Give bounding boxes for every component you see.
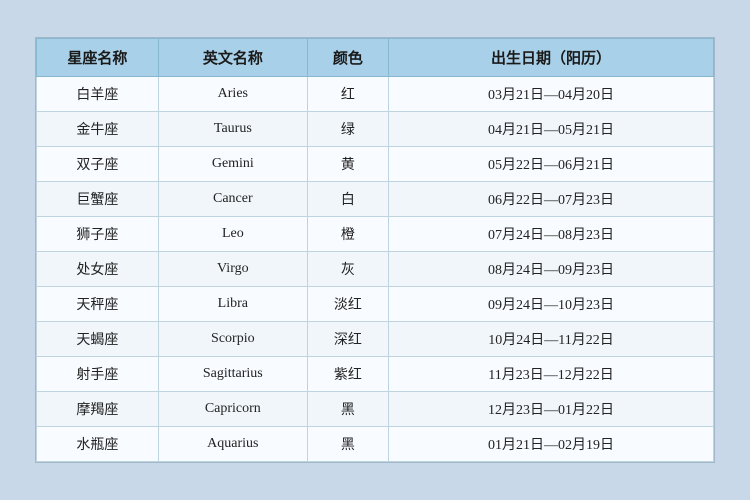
- cell-color: 绿: [307, 112, 388, 147]
- table-row: 水瓶座Aquarius黑01月21日—02月19日: [37, 427, 714, 462]
- cell-date: 11月23日—12月22日: [389, 357, 714, 392]
- cell-english-name: Capricorn: [158, 392, 307, 427]
- cell-english-name: Cancer: [158, 182, 307, 217]
- cell-english-name: Gemini: [158, 147, 307, 182]
- cell-chinese-name: 天蝎座: [37, 322, 159, 357]
- cell-color: 白: [307, 182, 388, 217]
- cell-date: 03月21日—04月20日: [389, 77, 714, 112]
- cell-english-name: Virgo: [158, 252, 307, 287]
- cell-chinese-name: 摩羯座: [37, 392, 159, 427]
- table-row: 天蝎座Scorpio深红10月24日—11月22日: [37, 322, 714, 357]
- cell-date: 08月24日—09月23日: [389, 252, 714, 287]
- table-row: 射手座Sagittarius紫红11月23日—12月22日: [37, 357, 714, 392]
- cell-color: 黑: [307, 427, 388, 462]
- table-body: 白羊座Aries红03月21日—04月20日金牛座Taurus绿04月21日—0…: [37, 77, 714, 462]
- cell-chinese-name: 天秤座: [37, 287, 159, 322]
- cell-color: 红: [307, 77, 388, 112]
- cell-english-name: Aquarius: [158, 427, 307, 462]
- cell-english-name: Scorpio: [158, 322, 307, 357]
- table-row: 双子座Gemini黄05月22日—06月21日: [37, 147, 714, 182]
- cell-color: 紫红: [307, 357, 388, 392]
- cell-english-name: Libra: [158, 287, 307, 322]
- cell-color: 淡红: [307, 287, 388, 322]
- cell-date: 12月23日—01月22日: [389, 392, 714, 427]
- cell-english-name: Leo: [158, 217, 307, 252]
- cell-chinese-name: 金牛座: [37, 112, 159, 147]
- cell-color: 黑: [307, 392, 388, 427]
- cell-color: 橙: [307, 217, 388, 252]
- table-row: 摩羯座Capricorn黑12月23日—01月22日: [37, 392, 714, 427]
- cell-english-name: Sagittarius: [158, 357, 307, 392]
- header-chinese-name: 星座名称: [37, 39, 159, 77]
- header-date: 出生日期（阳历）: [389, 39, 714, 77]
- table-row: 白羊座Aries红03月21日—04月20日: [37, 77, 714, 112]
- cell-date: 06月22日—07月23日: [389, 182, 714, 217]
- table-row: 巨蟹座Cancer白06月22日—07月23日: [37, 182, 714, 217]
- table-row: 狮子座Leo橙07月24日—08月23日: [37, 217, 714, 252]
- table-row: 天秤座Libra淡红09月24日—10月23日: [37, 287, 714, 322]
- header-english-name: 英文名称: [158, 39, 307, 77]
- cell-color: 灰: [307, 252, 388, 287]
- header-color: 颜色: [307, 39, 388, 77]
- cell-chinese-name: 白羊座: [37, 77, 159, 112]
- cell-chinese-name: 巨蟹座: [37, 182, 159, 217]
- cell-chinese-name: 处女座: [37, 252, 159, 287]
- table-header-row: 星座名称 英文名称 颜色 出生日期（阳历）: [37, 39, 714, 77]
- cell-chinese-name: 狮子座: [37, 217, 159, 252]
- table-row: 金牛座Taurus绿04月21日—05月21日: [37, 112, 714, 147]
- zodiac-table: 星座名称 英文名称 颜色 出生日期（阳历） 白羊座Aries红03月21日—04…: [36, 38, 714, 462]
- cell-date: 01月21日—02月19日: [389, 427, 714, 462]
- cell-date: 07月24日—08月23日: [389, 217, 714, 252]
- cell-color: 黄: [307, 147, 388, 182]
- cell-date: 10月24日—11月22日: [389, 322, 714, 357]
- cell-date: 04月21日—05月21日: [389, 112, 714, 147]
- cell-chinese-name: 水瓶座: [37, 427, 159, 462]
- cell-english-name: Taurus: [158, 112, 307, 147]
- cell-date: 05月22日—06月21日: [389, 147, 714, 182]
- zodiac-table-container: 星座名称 英文名称 颜色 出生日期（阳历） 白羊座Aries红03月21日—04…: [35, 37, 715, 463]
- cell-chinese-name: 双子座: [37, 147, 159, 182]
- cell-chinese-name: 射手座: [37, 357, 159, 392]
- cell-date: 09月24日—10月23日: [389, 287, 714, 322]
- cell-color: 深红: [307, 322, 388, 357]
- table-row: 处女座Virgo灰08月24日—09月23日: [37, 252, 714, 287]
- cell-english-name: Aries: [158, 77, 307, 112]
